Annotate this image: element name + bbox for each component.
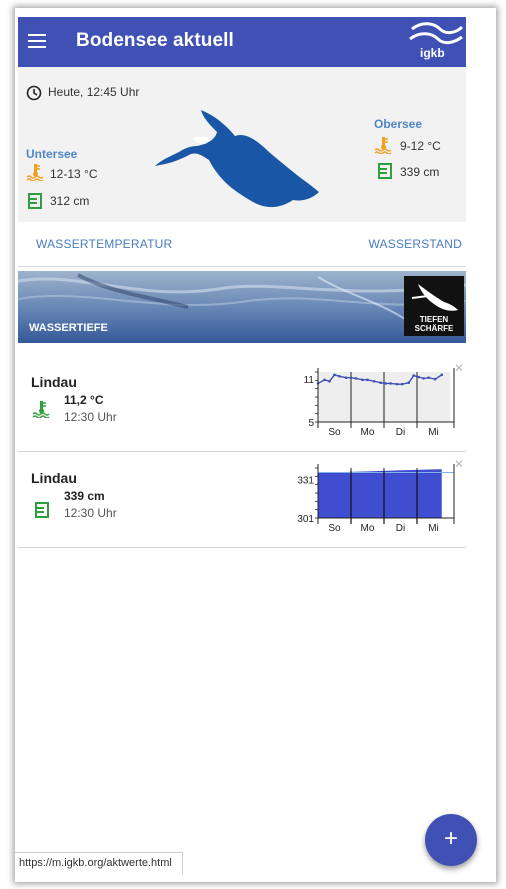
data-point — [338, 374, 341, 378]
x-tick-label: Mi — [428, 427, 439, 438]
data-point — [354, 377, 358, 380]
station-card-temperature[interactable]: Lindau 11,2 °C 12:30 Uhr ✕ 11 5 So Mo Di Mi — [18, 356, 466, 452]
x-tick-label: Di — [396, 523, 405, 534]
badge-line-2: SCHÄRFE — [414, 324, 454, 333]
station-value: 339 cm — [64, 489, 105, 503]
x-tick-label: Di — [396, 427, 405, 438]
tab-bar: WASSERTEMPERATUR WASSERSTAND — [18, 222, 466, 267]
lake-constance-map-icon — [155, 110, 319, 208]
data-point — [333, 373, 336, 377]
data-point — [344, 376, 348, 380]
data-point — [400, 382, 404, 386]
tiefenschaerfe-badge[interactable]: TIEFEN SCHÄRFE — [404, 276, 464, 336]
station-name: Lindau — [31, 374, 77, 390]
tab-wasserstand[interactable]: WASSERSTAND — [368, 237, 462, 251]
water-level-icon — [28, 193, 42, 209]
status-bar-url: https://m.igkb.org/aktwerte.html — [15, 852, 183, 875]
data-point — [361, 378, 364, 382]
app-bar: Bodensee aktuell igkb — [18, 17, 466, 67]
data-point — [417, 375, 420, 379]
x-tick-label: So — [328, 427, 341, 438]
station-card-level[interactable]: Lindau 339 cm 12:30 Uhr ✕ 331 301 So Mo Di Mi — [18, 452, 466, 548]
y-tick-label: 331 — [297, 476, 314, 487]
y-tick-label: 11 — [304, 375, 315, 386]
clock-icon — [26, 85, 42, 101]
untersee-title: Untersee — [26, 147, 78, 161]
x-tick-label: Mo — [361, 523, 375, 534]
station-value: 11,2 °C — [64, 393, 104, 407]
water-level-icon — [378, 163, 392, 179]
untersee-level: 312 cm — [50, 194, 90, 208]
data-point — [422, 377, 425, 380]
x-tick-label: Mi — [428, 523, 439, 534]
data-point — [349, 376, 353, 380]
wassertiefe-banner[interactable]: WASSERTIEFE TIEFEN SCHÄRFE — [18, 271, 466, 343]
hamburger-menu-icon[interactable] — [28, 34, 46, 48]
y-tick-label: 301 — [297, 514, 314, 525]
add-button[interactable]: + — [425, 814, 477, 866]
data-point — [379, 381, 382, 385]
banner-title: WASSERTIEFE — [29, 322, 108, 334]
data-point — [389, 382, 392, 385]
y-tick-label: 5 — [308, 418, 314, 429]
data-point — [427, 376, 430, 380]
station-time: 12:30 Uhr — [64, 506, 117, 520]
lake-silhouette-icon — [411, 284, 458, 311]
page-title: Bodensee aktuell — [76, 30, 234, 51]
data-point — [384, 382, 387, 385]
data-point — [328, 379, 331, 383]
data-point — [395, 382, 399, 386]
obersee-title: Obersee — [374, 117, 423, 131]
obersee-temperature: 9-12 °C — [400, 139, 441, 153]
tab-wassertemperatur[interactable]: WASSERTEMPERATUR — [36, 237, 172, 251]
water-level-icon — [35, 502, 49, 518]
data-point — [323, 378, 326, 382]
badge-line-1: TIEFEN — [419, 315, 449, 324]
data-point — [440, 373, 444, 377]
overview-timestamp: Heute, 12:45 Uhr — [48, 85, 140, 99]
water-temperature-icon — [26, 164, 44, 181]
data-point — [407, 381, 411, 385]
water-temperature-icon — [32, 401, 50, 418]
water-level-area — [318, 469, 442, 518]
lake-overview-card[interactable]: Heute, 12:45 Uhr Untersee 12-13 °C 312 c… — [18, 67, 466, 222]
data-point — [412, 374, 415, 377]
data-point — [366, 378, 369, 382]
station-time: 12:30 Uhr — [64, 410, 117, 424]
water-level-chart: 331 301 So Mo Di Mi — [297, 464, 455, 534]
logo-text: igkb — [420, 46, 445, 60]
x-tick-label: So — [328, 523, 341, 534]
obersee-level: 339 cm — [400, 165, 440, 179]
untersee-temperature: 12-13 °C — [50, 167, 98, 181]
data-point — [372, 379, 376, 383]
x-tick-label: Mo — [361, 427, 375, 438]
station-name: Lindau — [31, 470, 77, 486]
water-temperature-icon — [374, 137, 392, 154]
data-point — [433, 377, 437, 381]
igkb-logo[interactable]: igkb — [406, 19, 464, 63]
temperature-chart: 11 5 So Mo Di Mi — [304, 368, 455, 438]
